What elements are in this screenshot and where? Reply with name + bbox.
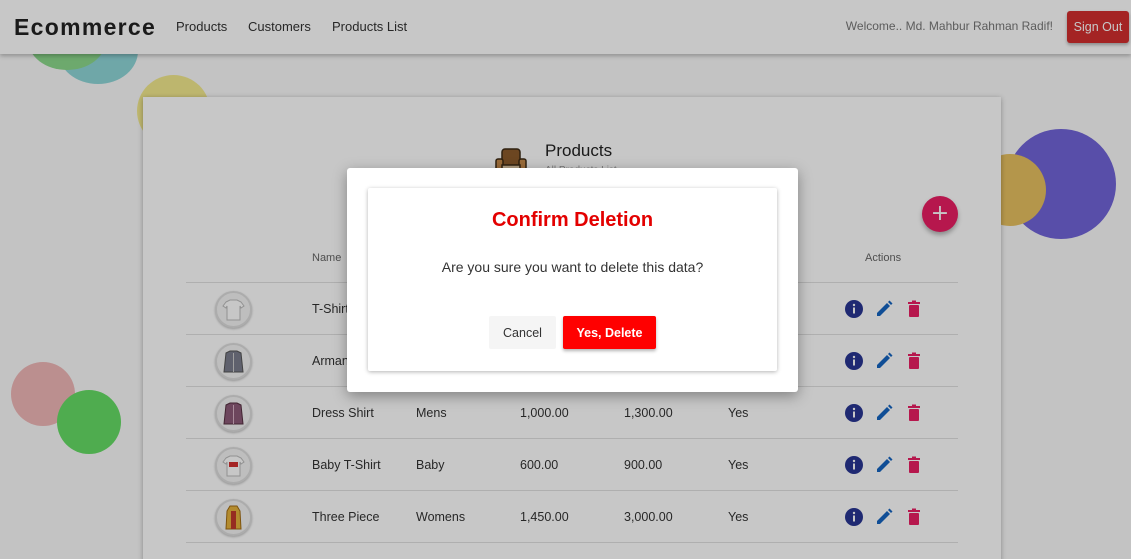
dialog-message: Are you sure you want to delete this dat…	[441, 259, 704, 275]
dialog-title: Confirm Deletion	[491, 209, 654, 231]
cancel-button[interactable]: Cancel	[489, 316, 556, 349]
confirm-delete-button[interactable]: Yes, Delete	[563, 316, 656, 349]
confirm-dialog: Confirm Deletion Are you sure you want t…	[347, 168, 798, 392]
dialog-content: Confirm Deletion Are you sure you want t…	[368, 188, 777, 371]
